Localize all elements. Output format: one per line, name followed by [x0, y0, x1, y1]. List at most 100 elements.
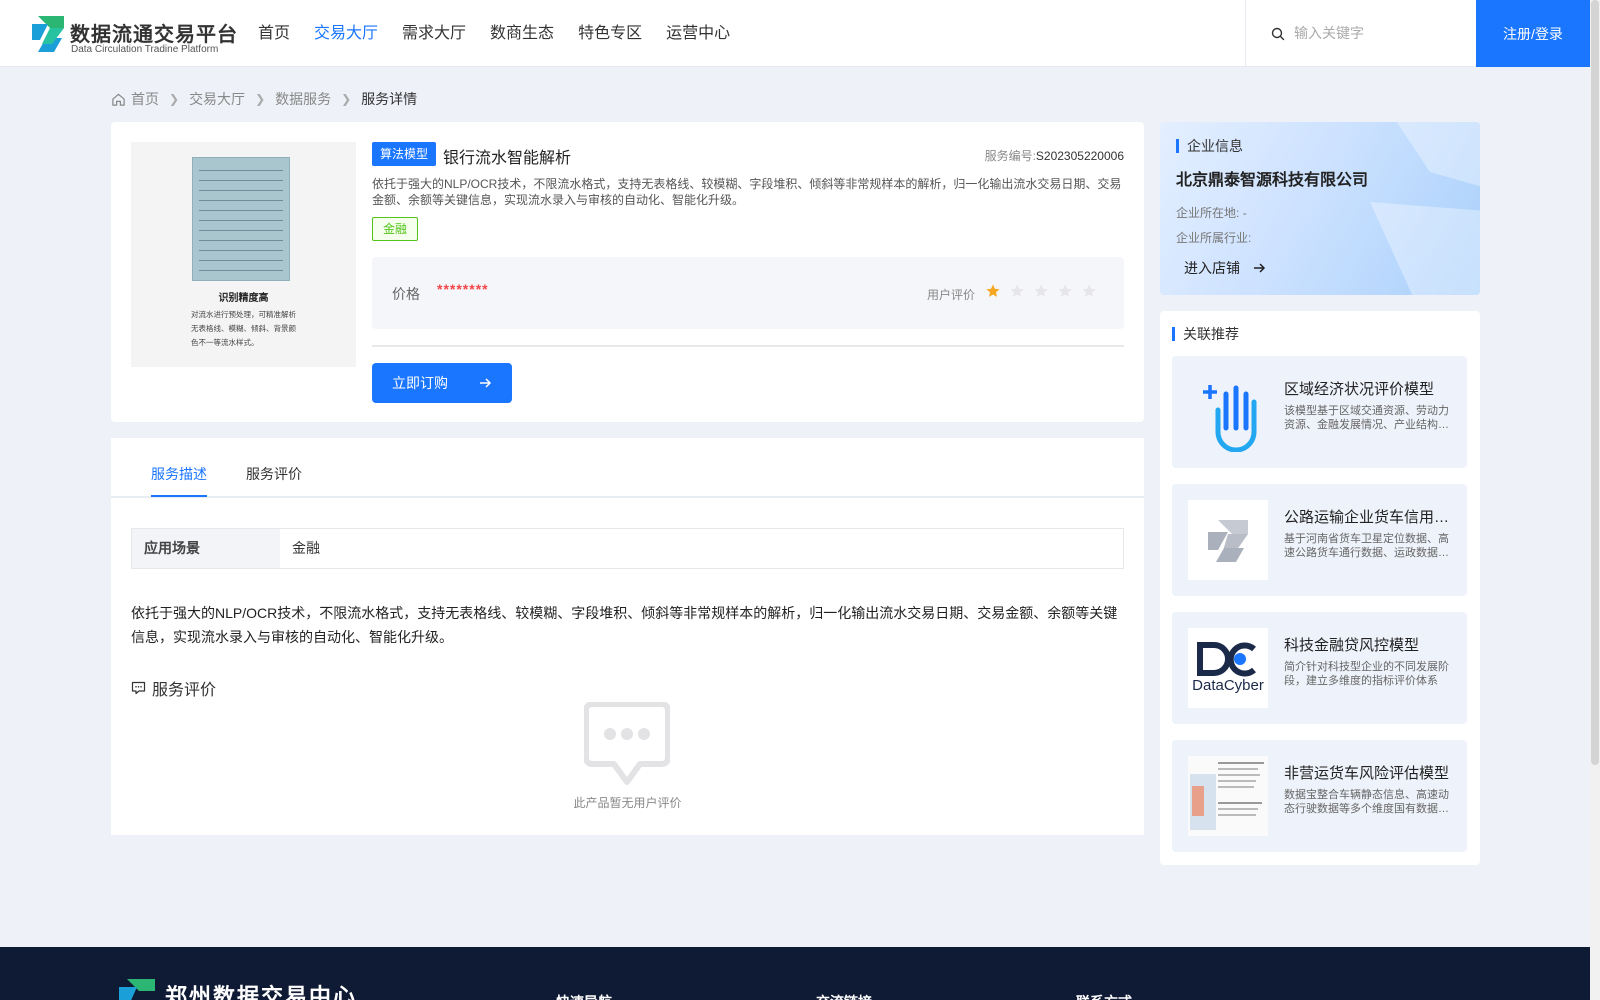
- search-box: [1245, 0, 1476, 67]
- recommend-title: 公路运输企业货车信用评分: [1284, 509, 1454, 526]
- datacyber-logo-icon: DataCyber: [1192, 642, 1264, 694]
- breadcrumb-home[interactable]: 首页: [131, 89, 159, 109]
- active-tab-indicator: [151, 495, 207, 497]
- nav-operation-center[interactable]: 运营中心: [666, 0, 730, 67]
- company-location-value: -: [1242, 206, 1247, 220]
- service-number: 服务编号:S202305220006: [985, 147, 1124, 164]
- empty-review-text: 此产品暂无用户评价: [573, 796, 682, 810]
- nav-home[interactable]: 首页: [258, 0, 290, 67]
- rating-stars: [986, 284, 1106, 298]
- arrow-right-icon: [480, 378, 492, 388]
- tab-service-review[interactable]: 服务评价: [246, 464, 302, 484]
- company-industry: 企业所属行业:: [1176, 229, 1251, 246]
- scene-key: 应用场景: [132, 529, 280, 568]
- service-description-text: 依托于强大的NLP/OCR技术，不限流水格式，支持无表格线、较模糊、字段堆积、倾…: [131, 605, 1118, 645]
- company-section-title: 企业信息: [1176, 136, 1243, 156]
- thumbnail-desc: 对流水进行预处理，可精准解析无表格线、模糊、倾斜、背景颜色不一等流水样式。: [191, 310, 296, 347]
- recommend-thumbnail: [1188, 372, 1268, 452]
- company-industry-label: 企业所属行业:: [1176, 231, 1252, 245]
- scene-value: 金融: [292, 540, 320, 556]
- star-icon: [1082, 284, 1096, 297]
- recommend-title: 科技金融贷风控模型: [1284, 637, 1420, 654]
- chevron-right-icon: ❯: [169, 92, 180, 106]
- review-heading-label: 服务评价: [152, 682, 217, 699]
- comment-icon: [131, 681, 146, 695]
- recommend-desc: 数据宝整合车辆静态信息、高速动态行驶数据等多个维度国有数据资源: [1284, 789, 1449, 815]
- title-bar: [1172, 327, 1175, 341]
- industry-tag: 金融: [372, 217, 419, 241]
- breadcrumb-current: 服务详情: [361, 91, 418, 107]
- logo-title: 数据流通交易平台: [70, 24, 238, 46]
- enter-shop-label: 进入店铺: [1184, 260, 1240, 276]
- home-icon[interactable]: [111, 92, 126, 107]
- breadcrumb-trading-hall[interactable]: 交易大厅: [189, 89, 245, 109]
- star-icon: [1010, 284, 1024, 297]
- service-number-label: 服务编号:: [984, 149, 1036, 163]
- company-section-label: 企业信息: [1187, 138, 1243, 154]
- arrow-right-icon: [1254, 263, 1266, 273]
- recommend-item[interactable]: DataCyber 科技金融贷风控模型 简介针对科技型企业的不同发展阶段，建立多…: [1172, 612, 1467, 724]
- footer-logo-icon: [119, 979, 155, 1000]
- recommend-item[interactable]: 公路运输企业货车信用评分 基于河南省货车卫星定位数据、高速公路货车通行数据、运政…: [1172, 484, 1467, 596]
- thumbnail-title: 识别精度高: [218, 293, 269, 304]
- nav-ecosystem[interactable]: 数商生态: [490, 0, 554, 67]
- enter-shop-button[interactable]: 进入店铺: [1170, 253, 1280, 283]
- decorative-pattern: [1370, 122, 1480, 295]
- footer-center-name: 郑州数据交易中心: [165, 984, 358, 1000]
- platform-logo[interactable]: 数据流通交易平台 Data Circulation Tradine Platfo…: [28, 14, 237, 56]
- recommend-desc: 简介针对科技型企业的不同发展阶段，建立多维度的指标评价体系: [1284, 661, 1449, 687]
- breadcrumb-data-service[interactable]: 数据服务: [275, 89, 331, 109]
- rating-label: 用户评价: [927, 288, 976, 302]
- recommend-title: 非营运货车风险评估模型: [1284, 765, 1450, 782]
- chevron-right-icon: ❯: [341, 92, 352, 106]
- page-footer: 郑州数据交易中心 快速导航 交流链接 联系方式: [0, 947, 1590, 1000]
- star-icon: [986, 284, 1000, 297]
- star-icon: [1058, 284, 1072, 297]
- company-name: 北京鼎泰智源科技有限公司: [1176, 172, 1369, 189]
- category-tag: 算法模型: [372, 142, 437, 166]
- document-thumb-icon: [1188, 756, 1268, 836]
- bank-statement-image: [192, 157, 290, 281]
- scrollbar-thumb[interactable]: [1591, 0, 1599, 765]
- datacyber-text: DataCyber: [1192, 677, 1264, 694]
- price-label: 价格: [392, 286, 420, 302]
- order-now-label: 立即订购: [392, 375, 448, 391]
- empty-comment-icon: [584, 702, 670, 785]
- review-section-heading: 服务评价: [131, 676, 216, 700]
- product-summary-card: 识别精度高 对流水进行预处理，可精准解析无表格线、模糊、倾斜、背景颜色不一等流水…: [111, 122, 1144, 422]
- nav-demand-hall[interactable]: 需求大厅: [402, 0, 466, 67]
- recommend-thumbnail: DataCyber: [1188, 628, 1268, 708]
- recommend-item[interactable]: 非营运货车风险评估模型 数据宝整合车辆静态信息、高速动态行驶数据等多个维度国有数…: [1172, 740, 1467, 852]
- title-bar: [1176, 139, 1179, 153]
- product-description: 依托于强大的NLP/OCR技术，不限流水格式，支持无表格线、较模糊、字段堆积、倾…: [372, 177, 1122, 207]
- company-info-card: 企业信息 北京鼎泰智源科技有限公司 企业所在地: - 企业所属行业: 进入店铺: [1160, 122, 1480, 295]
- platform-logo-icon: [1208, 520, 1248, 562]
- order-now-button[interactable]: 立即订购: [372, 363, 512, 403]
- recommend-desc: 基于河南省货车卫星定位数据、高速公路货车通行数据、运政数据等构建评分模型: [1284, 533, 1449, 559]
- company-location: 企业所在地: -: [1176, 204, 1247, 221]
- price-value: ********: [437, 281, 489, 297]
- recommend-desc: 该模型基于区域交通资源、劳动力资源、金融发展情况、产业结构等数据进行综合评价: [1284, 405, 1449, 431]
- scene-table: 应用场景 金融: [131, 528, 1124, 569]
- footer-logo[interactable]: 郑州数据交易中心: [115, 977, 357, 1000]
- hand-plus-icon: [1203, 385, 1257, 452]
- tab-service-description[interactable]: 服务描述: [151, 464, 207, 484]
- search-icon[interactable]: [1271, 27, 1285, 41]
- search-input[interactable]: [1294, 20, 1464, 46]
- platform-logo-icon: [32, 16, 64, 52]
- chevron-right-icon: ❯: [255, 92, 266, 106]
- footer-links: 交流链接: [816, 992, 872, 1000]
- nav-trading-hall[interactable]: 交易大厅: [314, 0, 378, 67]
- recommend-title: 区域经济状况评价模型: [1284, 381, 1435, 398]
- price-panel: 价格 ******** 用户评价: [372, 257, 1124, 329]
- logo-subtitle: Data Circulation Tradine Platform: [71, 44, 219, 55]
- top-header: 数据流通交易平台 Data Circulation Tradine Platfo…: [0, 0, 1590, 67]
- recommend-item[interactable]: 区域经济状况评价模型 该模型基于区域交通资源、劳动力资源、金融发展情况、产业结构…: [1172, 356, 1467, 468]
- login-register-button[interactable]: 注册/登录: [1476, 0, 1590, 67]
- product-title: 银行流水智能解析: [443, 150, 572, 167]
- recommend-section-title: 关联推荐: [1172, 324, 1239, 344]
- nav-special-zone[interactable]: 特色专区: [578, 0, 642, 67]
- page-scrollbar[interactable]: [1590, 0, 1600, 1000]
- service-number-value: S202305220006: [1035, 149, 1124, 163]
- breadcrumb: 首页 ❯ 交易大厅 ❯ 数据服务 ❯ 服务详情: [111, 89, 417, 109]
